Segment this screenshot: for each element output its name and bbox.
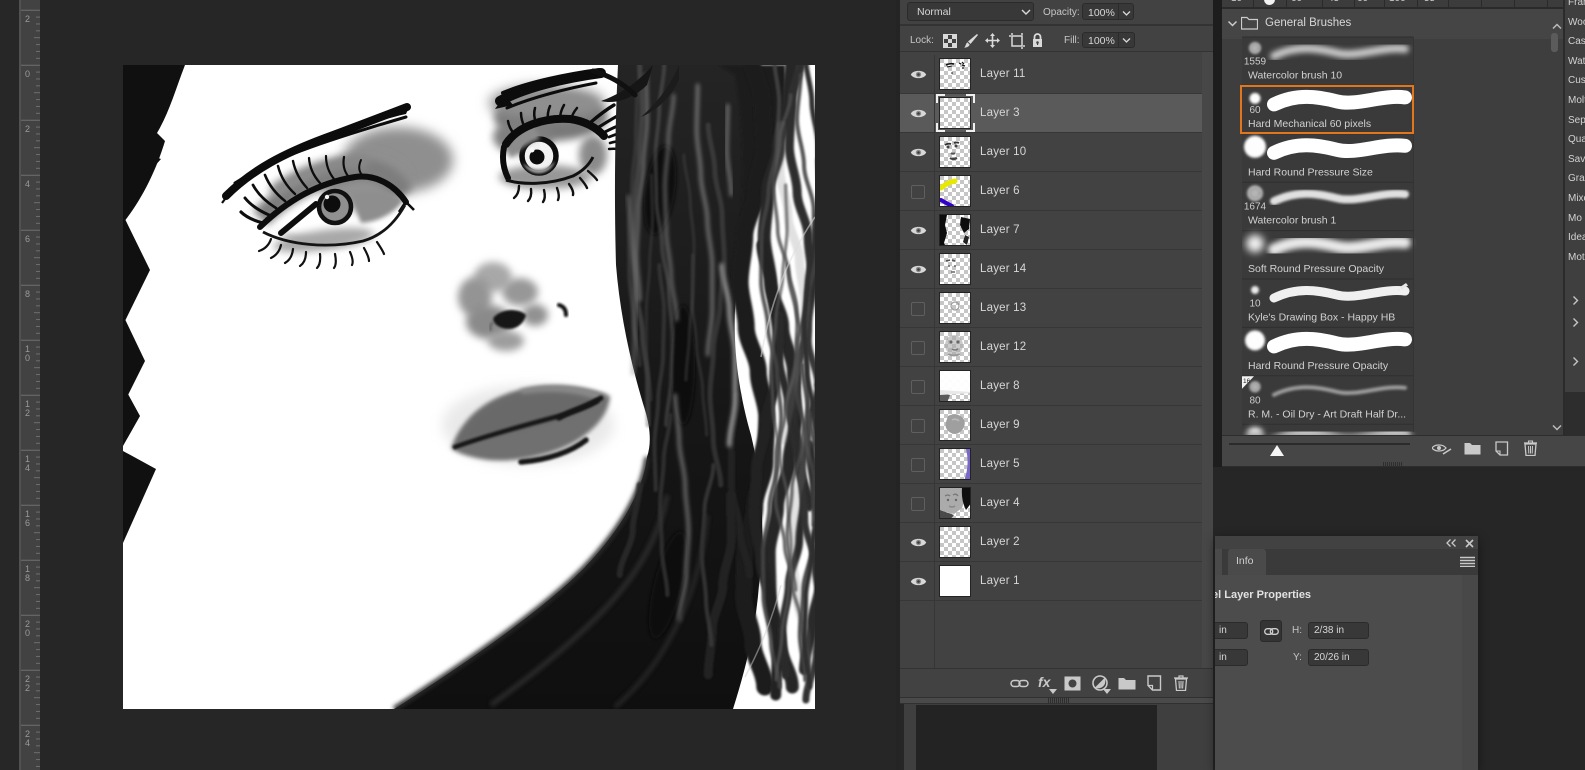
svg-text:8: 8	[25, 573, 30, 583]
svg-text:Watercolor brush 10: Watercolor brush 10	[1248, 70, 1342, 82]
svg-text:2: 2	[25, 124, 30, 134]
svg-text:0: 0	[25, 353, 30, 363]
svg-text:6: 6	[25, 234, 30, 244]
svg-text:80: 80	[1249, 395, 1261, 406]
svg-text:Hard Round Pressure Opacity: Hard Round Pressure Opacity	[1248, 360, 1389, 372]
svg-text:8: 8	[25, 289, 30, 299]
svg-text:Watercolor brush 1: Watercolor brush 1	[1248, 215, 1336, 227]
svg-text:Soft Round Pressure Opacity: Soft Round Pressure Opacity	[1248, 263, 1385, 275]
svg-text:4: 4	[25, 179, 30, 189]
svg-text:Hard Round Pressure Size: Hard Round Pressure Size	[1248, 166, 1373, 178]
svg-text:10: 10	[1249, 299, 1261, 310]
svg-text:1559: 1559	[1244, 57, 1267, 68]
svg-text:Kyle's Drawing Box - Happy HB: Kyle's Drawing Box - Happy HB	[1248, 312, 1395, 324]
svg-text:R. M. - Oil Dry - Art Draft Ha: R. M. - Oil Dry - Art Draft Half Dr...	[1248, 408, 1406, 420]
svg-text:2: 2	[25, 14, 30, 24]
svg-text:0: 0	[25, 69, 30, 79]
svg-text:1674: 1674	[1244, 202, 1267, 213]
svg-text:6: 6	[25, 518, 30, 528]
svg-text:2: 2	[25, 408, 30, 418]
svg-text:16: 16	[1243, 378, 1251, 385]
svg-text:4: 4	[25, 463, 30, 473]
svg-text:2: 2	[25, 683, 30, 693]
svg-text:0: 0	[25, 628, 30, 638]
svg-text:4: 4	[25, 738, 30, 748]
